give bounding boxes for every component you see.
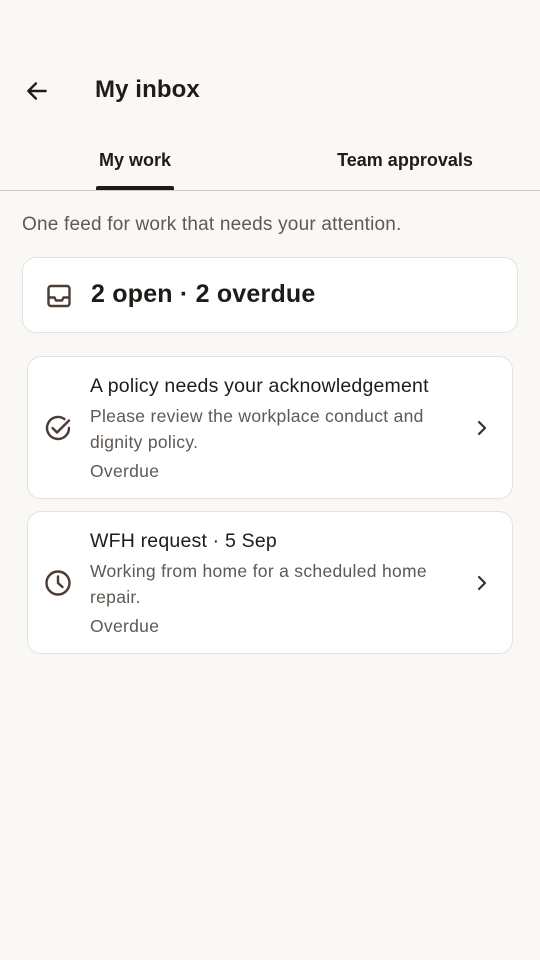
item-status: Overdue — [90, 461, 160, 481]
tab-selected-indicator — [96, 186, 174, 190]
header: My inbox — [0, 70, 540, 112]
summary-card: 2 open · 2 overdue — [22, 257, 518, 333]
inbox-item-wfh-request[interactable]: WFH request · 5 Sep Working from home fo… — [27, 511, 513, 654]
page-subtitle: One feed for work that needs your attent… — [22, 214, 402, 235]
summary-counts: 2 open · 2 overdue — [91, 280, 316, 308]
item-title: WFH request · 5 Sep — [90, 530, 277, 552]
chevron-right-icon — [477, 420, 487, 436]
page-title: My inbox — [95, 76, 200, 103]
inbox-icon — [47, 284, 71, 308]
tab-team-approvals[interactable]: Team approvals — [270, 130, 540, 190]
check-circle-icon — [45, 415, 71, 441]
chevron-right-icon — [477, 575, 487, 591]
arrow-left-icon — [27, 82, 47, 100]
item-title: A policy needs your acknowledgement — [90, 375, 429, 397]
tab-my-work[interactable]: My work — [0, 130, 270, 190]
app-screen: My inbox My work Team approvals One feed… — [0, 0, 540, 960]
clock-icon — [45, 570, 71, 596]
back-button[interactable] — [17, 71, 57, 111]
tab-bar: My work Team approvals — [0, 130, 540, 191]
item-description: Working from home for a scheduled home r… — [90, 561, 427, 607]
item-description: Please review the workplace conduct and … — [90, 406, 424, 452]
inbox-item-policy[interactable]: A policy needs your acknowledgement Plea… — [27, 356, 513, 499]
item-status: Overdue — [90, 616, 160, 636]
